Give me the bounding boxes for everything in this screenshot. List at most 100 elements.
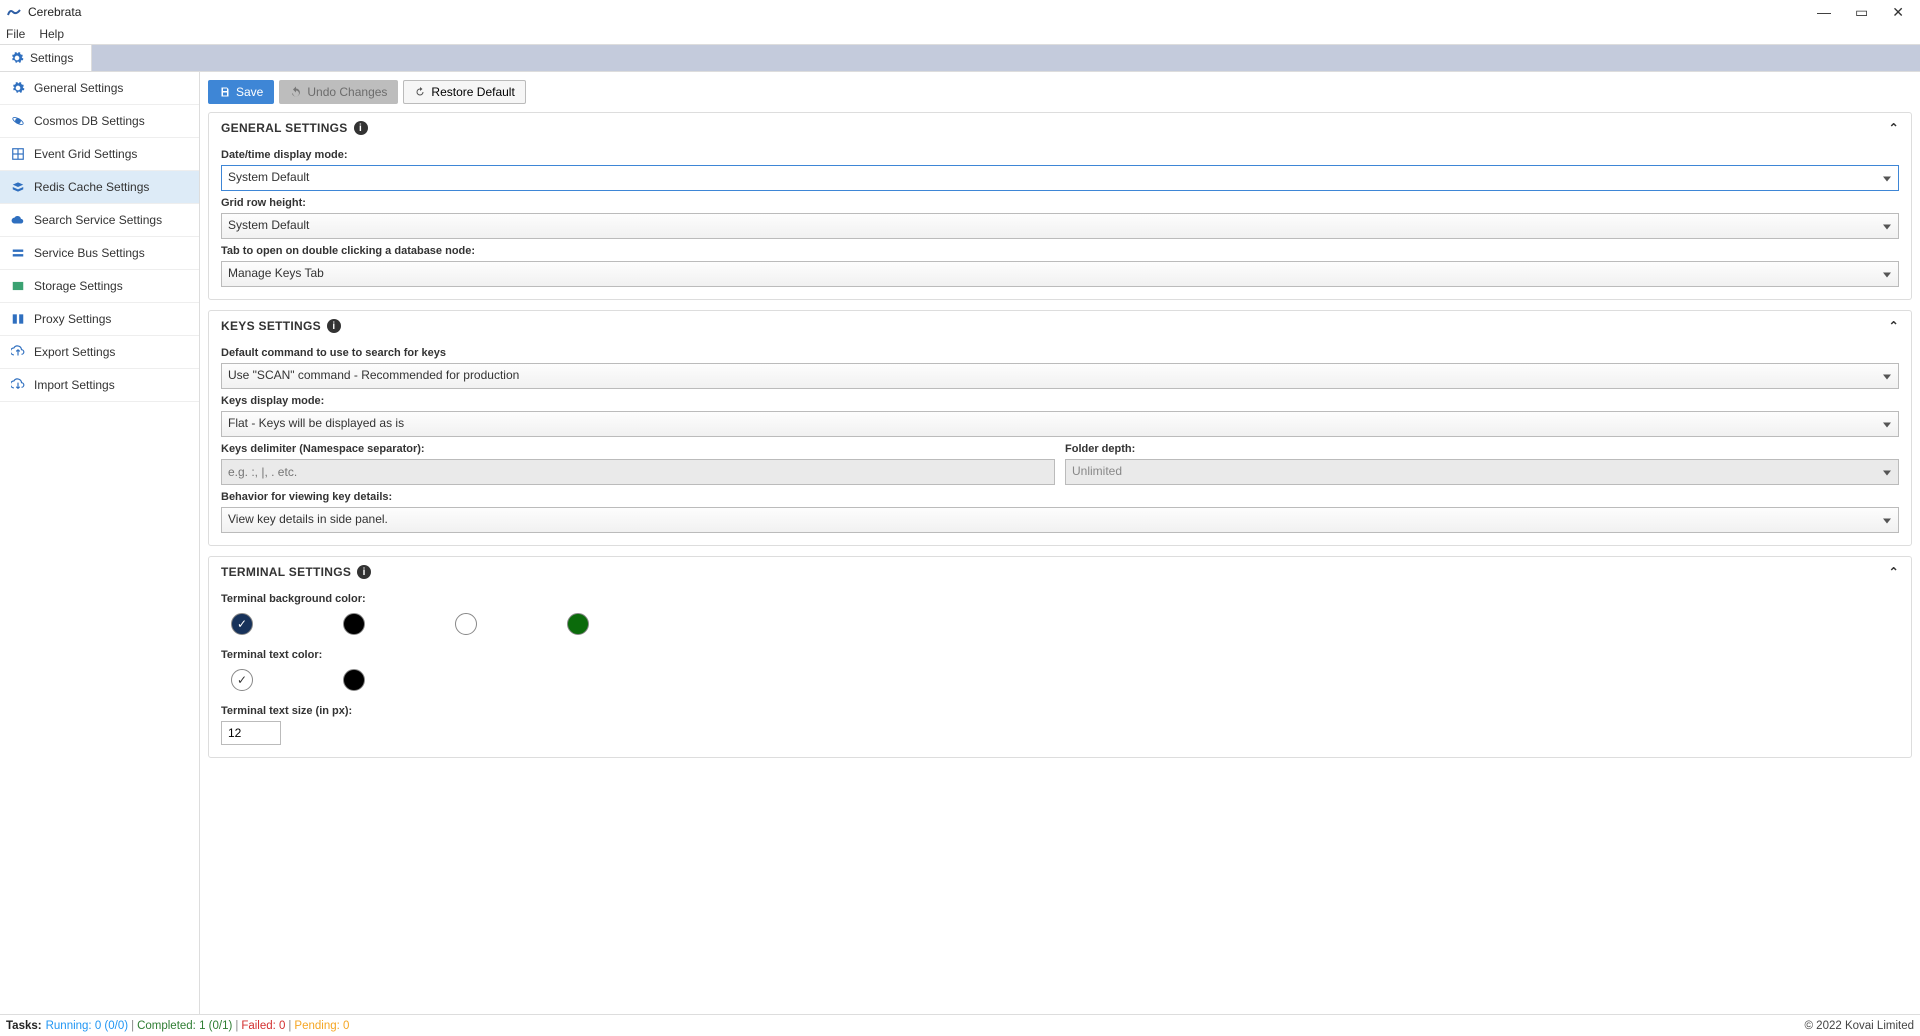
folderdepth-select: Unlimited: [1065, 459, 1899, 485]
info-icon[interactable]: i: [357, 565, 371, 579]
tab-settings-label: Settings: [30, 51, 73, 65]
sidebar-item-search[interactable]: Search Service Settings: [0, 204, 199, 237]
copyright: © 2022 Kovai Limited: [1805, 1020, 1914, 1032]
bgcolor-navy[interactable]: [231, 613, 253, 635]
keys-settings-panel: KEYS SETTINGS i ⌃ Default command to use…: [208, 310, 1912, 546]
displaymode-select[interactable]: Flat - Keys will be displayed as is: [221, 411, 1899, 437]
storage-icon: [10, 278, 26, 294]
delimiter-input: [221, 459, 1055, 485]
behavior-label: Behavior for viewing key details:: [221, 491, 1899, 503]
info-icon[interactable]: i: [327, 319, 341, 333]
sidebar-item-servicebus[interactable]: Service Bus Settings: [0, 237, 199, 270]
sidebar-item-label: Import Settings: [34, 378, 115, 392]
status-running: Running: 0 (0/0): [46, 1020, 128, 1032]
sidebar-item-proxy[interactable]: Proxy Settings: [0, 303, 199, 336]
main-content: Save Undo Changes Restore Default GENERA…: [200, 72, 1920, 1014]
service-bus-icon: [10, 245, 26, 261]
import-icon: [10, 377, 26, 393]
sidebar-item-cosmos[interactable]: Cosmos DB Settings: [0, 105, 199, 138]
behavior-select[interactable]: View key details in side panel.: [221, 507, 1899, 533]
textcolor-label: Terminal text color:: [221, 649, 1899, 661]
sidebar-item-redis[interactable]: Redis Cache Settings: [0, 171, 199, 204]
tab-strip: Settings: [0, 44, 1920, 72]
datetime-mode-label: Date/time display mode:: [221, 149, 1899, 161]
textcolor-black[interactable]: [343, 669, 365, 691]
tab-settings[interactable]: Settings: [0, 45, 92, 71]
terminal-settings-panel: TERMINAL SETTINGS i ⌃ Terminal backgroun…: [208, 556, 1912, 758]
menubar: File Help: [0, 24, 1920, 44]
undo-button-label: Undo Changes: [307, 85, 387, 99]
searchcmd-label: Default command to use to search for key…: [221, 347, 1899, 359]
undo-icon: [290, 86, 302, 98]
sidebar-item-label: General Settings: [34, 81, 123, 95]
save-button-label: Save: [236, 85, 263, 99]
sidebar: General Settings Cosmos DB Settings Even…: [0, 72, 200, 1014]
sidebar-item-label: Export Settings: [34, 345, 115, 359]
rowheight-select[interactable]: System Default: [221, 213, 1899, 239]
dbtab-label: Tab to open on double clicking a databas…: [221, 245, 1899, 257]
menu-file[interactable]: File: [6, 27, 25, 41]
status-pending: Pending: 0: [294, 1020, 349, 1032]
sidebar-item-export[interactable]: Export Settings: [0, 336, 199, 369]
status-failed: Failed: 0: [241, 1020, 285, 1032]
titlebar: Cerebrata — ▭ ✕: [0, 0, 1920, 24]
chevron-up-icon[interactable]: ⌃: [1889, 319, 1899, 333]
redis-icon: [10, 179, 26, 195]
statusbar: Tasks: Running: 0 (0/0) | Completed: 1 (…: [0, 1014, 1920, 1036]
bgcolor-green[interactable]: [567, 613, 589, 635]
sidebar-item-label: Redis Cache Settings: [34, 180, 149, 194]
delimiter-label: Keys delimiter (Namespace separator):: [221, 443, 1055, 455]
bgcolor-label: Terminal background color:: [221, 593, 1899, 605]
general-settings-panel: GENERAL SETTINGS i ⌃ Date/time display m…: [208, 112, 1912, 300]
sidebar-item-label: Event Grid Settings: [34, 147, 137, 161]
sidebar-item-eventgrid[interactable]: Event Grid Settings: [0, 138, 199, 171]
datetime-mode-select[interactable]: System Default: [221, 165, 1899, 191]
textcolor-white[interactable]: [231, 669, 253, 691]
panel-title: TERMINAL SETTINGS: [221, 565, 351, 579]
window-close-icon[interactable]: ✕: [1892, 4, 1904, 21]
export-icon: [10, 344, 26, 360]
sidebar-item-general[interactable]: General Settings: [0, 72, 199, 105]
general-settings-header[interactable]: GENERAL SETTINGS i ⌃: [209, 113, 1911, 143]
chevron-up-icon[interactable]: ⌃: [1889, 121, 1899, 135]
searchcmd-select[interactable]: Use "SCAN" command - Recommended for pro…: [221, 363, 1899, 389]
app-logo-icon: [6, 7, 22, 17]
window-maximize-icon[interactable]: ▭: [1855, 4, 1868, 21]
textsize-input[interactable]: [221, 721, 281, 745]
event-grid-icon: [10, 146, 26, 162]
undo-button: Undo Changes: [279, 80, 398, 104]
sidebar-item-label: Service Bus Settings: [34, 246, 145, 260]
displaymode-label: Keys display mode:: [221, 395, 1899, 407]
bgcolor-white[interactable]: [455, 613, 477, 635]
status-completed: Completed: 1 (0/1): [137, 1020, 232, 1032]
folderdepth-label: Folder depth:: [1065, 443, 1899, 455]
cloud-search-icon: [10, 212, 26, 228]
panel-title: GENERAL SETTINGS: [221, 121, 348, 135]
chevron-up-icon[interactable]: ⌃: [1889, 565, 1899, 579]
terminal-settings-header[interactable]: TERMINAL SETTINGS i ⌃: [209, 557, 1911, 587]
sidebar-item-import[interactable]: Import Settings: [0, 369, 199, 402]
sidebar-item-storage[interactable]: Storage Settings: [0, 270, 199, 303]
menu-help[interactable]: Help: [39, 27, 64, 41]
rowheight-label: Grid row height:: [221, 197, 1899, 209]
panel-title: KEYS SETTINGS: [221, 319, 321, 333]
restore-icon: [414, 86, 426, 98]
save-button[interactable]: Save: [208, 80, 274, 104]
sidebar-item-label: Storage Settings: [34, 279, 123, 293]
gear-icon: [10, 51, 24, 65]
proxy-icon: [10, 311, 26, 327]
info-icon[interactable]: i: [354, 121, 368, 135]
tasks-label: Tasks:: [6, 1020, 42, 1032]
sidebar-item-label: Cosmos DB Settings: [34, 114, 145, 128]
restore-default-button[interactable]: Restore Default: [403, 80, 525, 104]
bgcolor-black[interactable]: [343, 613, 365, 635]
keys-settings-header[interactable]: KEYS SETTINGS i ⌃: [209, 311, 1911, 341]
cosmos-icon: [10, 113, 26, 129]
textsize-label: Terminal text size (in px):: [221, 705, 1899, 717]
sidebar-item-label: Proxy Settings: [34, 312, 111, 326]
dbtab-select[interactable]: Manage Keys Tab: [221, 261, 1899, 287]
app-title: Cerebrata: [28, 5, 81, 19]
window-minimize-icon[interactable]: —: [1817, 4, 1831, 21]
gear-icon: [10, 80, 26, 96]
textcolor-options: [221, 665, 1899, 699]
